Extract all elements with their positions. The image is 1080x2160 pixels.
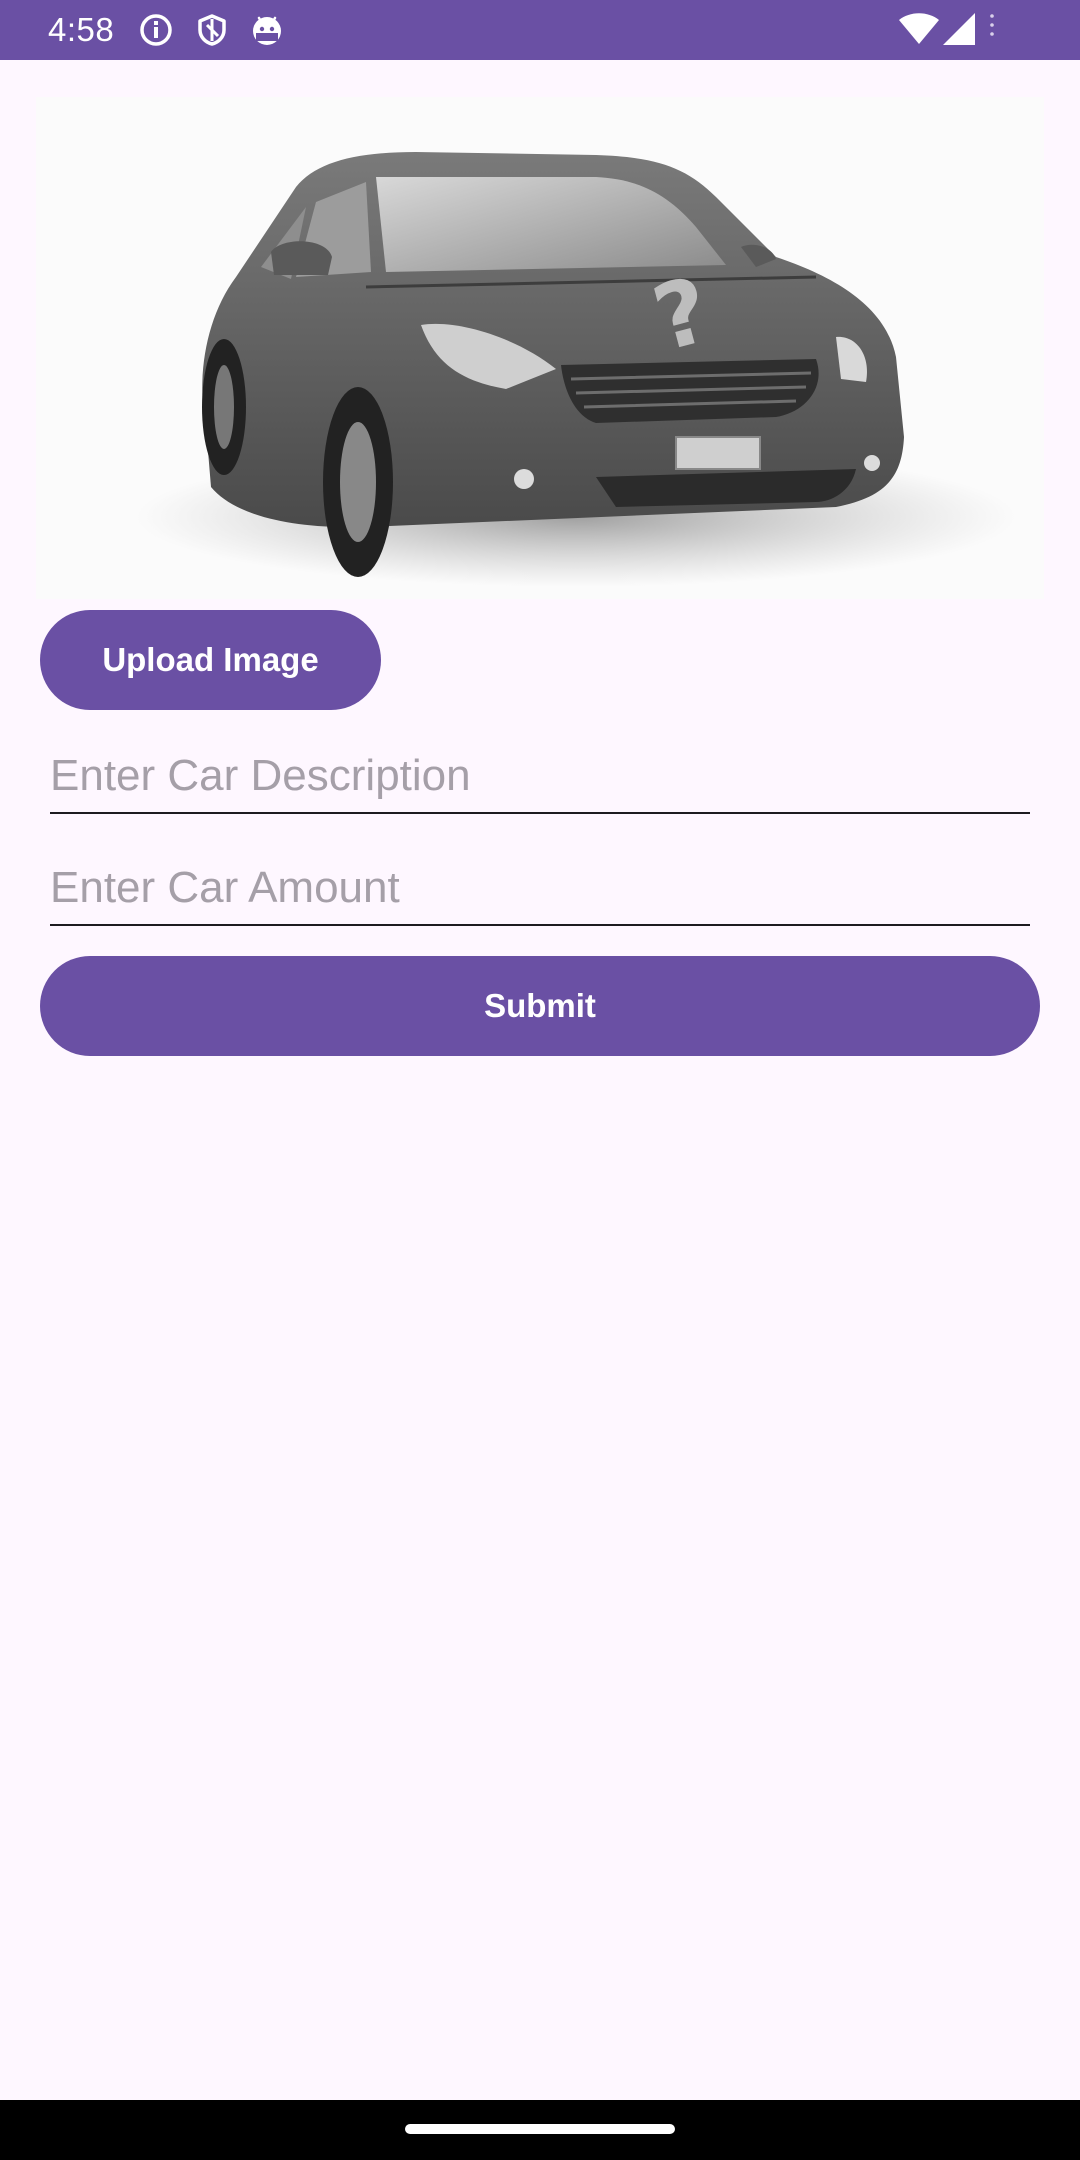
- home-gesture-handle[interactable]: [405, 2124, 675, 2134]
- car-image: ?: [36, 97, 1044, 599]
- shield-icon: [198, 14, 226, 46]
- more-dots-icon: [990, 14, 994, 36]
- android-icon: [253, 16, 281, 45]
- status-time: 4:58: [48, 11, 115, 48]
- info-icon: [140, 14, 172, 46]
- car-question-image: ?: [136, 152, 1016, 587]
- car-amount-input[interactable]: [50, 852, 1030, 926]
- upload-image-button[interactable]: Upload Image: [40, 610, 381, 710]
- car-description-input[interactable]: [50, 740, 1030, 814]
- status-bar: 4:58: [0, 0, 1080, 60]
- submit-button[interactable]: Submit: [40, 956, 1040, 1056]
- cellular-signal-icon: [943, 13, 975, 45]
- wifi-icon: [899, 13, 939, 44]
